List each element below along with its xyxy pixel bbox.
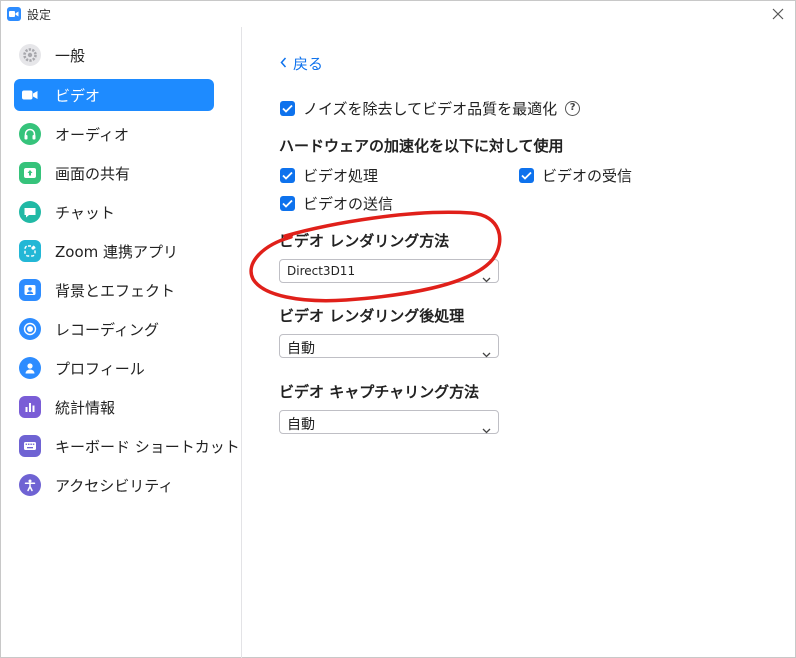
video-receiving-label: ビデオの受信: [542, 167, 633, 185]
zoom-logo-icon: [7, 7, 21, 21]
background-icon: [19, 279, 41, 301]
close-button[interactable]: [769, 5, 787, 23]
chevron-down-icon: [482, 343, 491, 362]
settings-sidebar: 一般 ビデオ オーディオ 画面の共有 チャット Zoom 連携アプリ 背景とエフ…: [1, 27, 242, 658]
chat-bubble-icon: [19, 201, 41, 223]
rendering-method-select[interactable]: Direct3D11: [279, 259, 499, 283]
help-icon[interactable]: ?: [565, 101, 581, 116]
capture-method-title: ビデオ キャプチャリング方法: [279, 383, 480, 401]
video-sending-checkbox[interactable]: [280, 196, 295, 211]
video-advanced-settings: 戻る ノイズを除去してビデオ品質を最適化 ? ハードウェアの加速化を以下に対して…: [242, 27, 796, 658]
sidebar-item-zoom-apps[interactable]: Zoom 連携アプリ: [14, 235, 214, 267]
profile-icon: [19, 357, 41, 379]
sidebar-item-chat[interactable]: チャット: [14, 196, 214, 228]
close-icon: [772, 8, 784, 20]
rendering-method-title: ビデオ レンダリング方法: [279, 232, 450, 250]
sidebar-item-video[interactable]: ビデオ: [14, 79, 214, 111]
rendering-post-select[interactable]: 自動: [279, 334, 499, 358]
hw-accel-video-processing[interactable]: ビデオ処理: [280, 165, 378, 186]
noise-removal-label: ノイズを除去してビデオ品質を最適化: [303, 100, 558, 118]
sidebar-item-profile[interactable]: プロフィール: [14, 352, 214, 384]
video-receiving-checkbox[interactable]: [519, 168, 534, 183]
title-bar: 設定: [1, 1, 795, 27]
sidebar-item-label: ビデオ: [55, 87, 101, 105]
noise-removal-option[interactable]: ノイズを除去してビデオ品質を最適化 ?: [280, 98, 581, 119]
sidebar-item-label: Zoom 連携アプリ: [55, 243, 179, 261]
sidebar-item-audio[interactable]: オーディオ: [14, 118, 214, 150]
rendering-post-title: ビデオ レンダリング後処理: [279, 307, 465, 325]
sidebar-item-general[interactable]: 一般: [14, 39, 214, 71]
sidebar-item-label: 背景とエフェクト: [55, 282, 176, 300]
sidebar-item-label: 一般: [55, 47, 86, 65]
video-camera-icon: [19, 84, 41, 106]
chevron-left-icon: [280, 56, 287, 72]
capture-method-value: 自動: [287, 417, 315, 433]
sidebar-item-label: アクセシビリティ: [55, 477, 174, 495]
window-title: 設定: [27, 8, 52, 22]
back-button[interactable]: 戻る: [280, 53, 323, 74]
back-label: 戻る: [293, 55, 324, 73]
sidebar-item-share-screen[interactable]: 画面の共有: [14, 157, 214, 189]
rendering-post-value: 自動: [287, 341, 315, 357]
headphones-icon: [19, 123, 41, 145]
sidebar-item-accessibility[interactable]: アクセシビリティ: [14, 469, 214, 501]
chevron-down-icon: [482, 268, 491, 287]
hw-accel-video-receiving[interactable]: ビデオの受信: [519, 165, 632, 186]
video-processing-checkbox[interactable]: [280, 168, 295, 183]
statistics-icon: [19, 396, 41, 418]
sidebar-item-label: チャット: [55, 204, 115, 222]
sidebar-item-background-effects[interactable]: 背景とエフェクト: [14, 274, 214, 306]
sidebar-item-label: 画面の共有: [55, 165, 131, 183]
record-icon: [19, 318, 41, 340]
hw-accel-video-sending[interactable]: ビデオの送信: [280, 193, 393, 214]
sidebar-item-statistics[interactable]: 統計情報: [14, 391, 214, 423]
sidebar-item-keyboard-shortcuts[interactable]: キーボード ショートカット: [14, 430, 240, 462]
noise-removal-checkbox[interactable]: [280, 101, 295, 116]
video-processing-label: ビデオ処理: [303, 167, 379, 185]
sidebar-item-label: オーディオ: [55, 126, 129, 144]
apps-icon: [19, 240, 41, 262]
share-screen-icon: [19, 162, 41, 184]
chevron-down-icon: [482, 419, 491, 438]
sidebar-item-label: キーボード ショートカット: [55, 438, 240, 456]
capture-method-select[interactable]: 自動: [279, 410, 499, 434]
hw-accel-title: ハードウェアの加速化を以下に対して使用: [279, 137, 564, 155]
video-sending-label: ビデオの送信: [303, 195, 394, 213]
sidebar-item-label: 統計情報: [55, 399, 116, 417]
rendering-method-value: Direct3D11: [287, 264, 356, 278]
sidebar-item-label: レコーディング: [55, 321, 159, 339]
accessibility-icon: [19, 474, 41, 496]
keyboard-icon: [19, 435, 41, 457]
gear-icon: [19, 44, 41, 66]
sidebar-item-recording[interactable]: レコーディング: [14, 313, 214, 345]
settings-window: 設定 一般 ビデオ オーディオ 画面の共有 チャット Zoom 連携アプリ 背景…: [0, 0, 796, 658]
sidebar-item-label: プロフィール: [55, 360, 145, 378]
